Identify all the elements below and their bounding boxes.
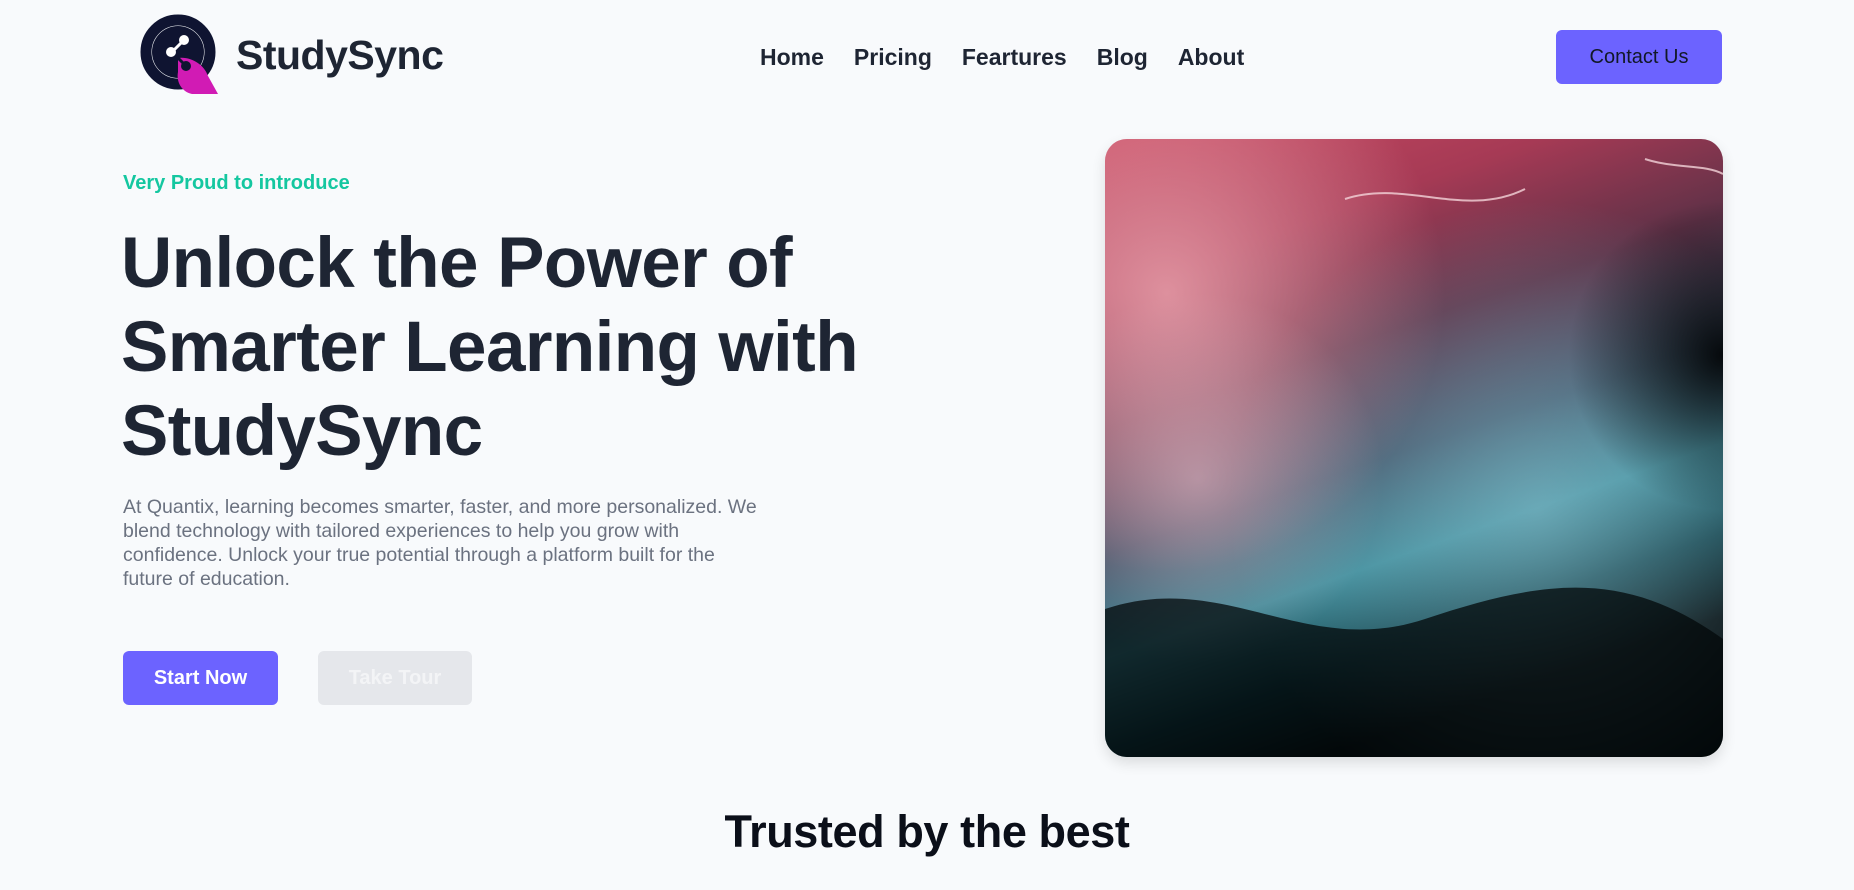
brand-name: StudySync <box>236 31 444 78</box>
nav-item-home[interactable]: Home <box>760 44 824 71</box>
start-now-button[interactable]: Start Now <box>123 651 278 705</box>
nav-item-pricing[interactable]: Pricing <box>854 44 932 71</box>
contact-us-button[interactable]: Contact Us <box>1556 30 1722 84</box>
nav-item-features[interactable]: Feartures <box>962 44 1067 71</box>
hero-title: Unlock the Power of Smarter Learning wit… <box>121 224 859 471</box>
nav-item-about[interactable]: About <box>1178 44 1244 71</box>
hero-description: At Quantix, learning becomes smarter, fa… <box>123 496 757 590</box>
landing-page: StudySync Home Pricing Feartures Blog Ab… <box>0 0 1854 890</box>
main-nav: Home Pricing Feartures Blog About <box>760 44 1244 71</box>
trusted-heading: Trusted by the best <box>724 806 1130 857</box>
brand-logo[interactable]: StudySync <box>140 14 444 96</box>
hero-eyebrow: Very Proud to introduce <box>123 172 350 194</box>
take-tour-button[interactable]: Take Tour <box>318 651 472 705</box>
abstract-fluid-art-image <box>1105 139 1723 757</box>
hero-image <box>1105 139 1723 757</box>
share-node-logo-icon <box>140 14 218 94</box>
nav-item-blog[interactable]: Blog <box>1097 44 1148 71</box>
